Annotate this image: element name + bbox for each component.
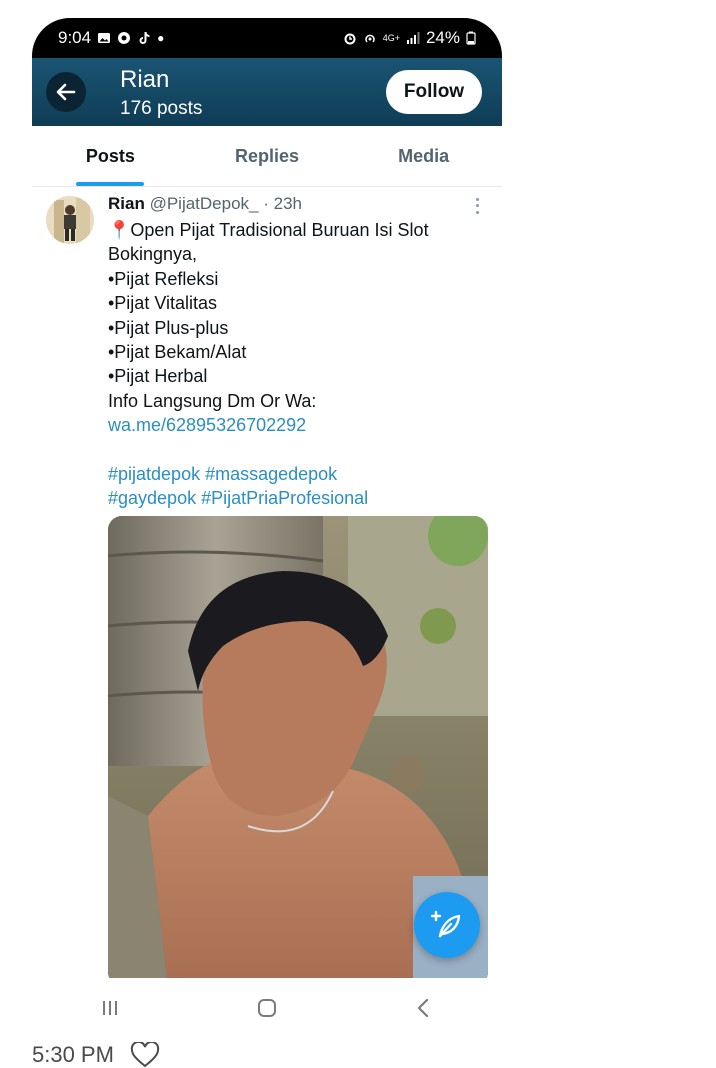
profile-header: Rian 176 posts Follow [32, 58, 502, 126]
status-time: 9:04 [58, 28, 92, 47]
tweet-time: · 23h [263, 194, 302, 213]
post-count: 176 posts [120, 98, 203, 119]
author-name[interactable]: Rian [108, 194, 145, 213]
phone-screen: 9:04 ● 4G+ 24% Rian 176 posts Follow Pos… [32, 18, 502, 1038]
whatsapp-link[interactable]: wa.me/62895326702292 [108, 413, 478, 437]
tab-media[interactable]: Media [345, 126, 502, 186]
tiktok-icon [139, 32, 150, 44]
status-bar: 9:04 ● 4G+ 24% [32, 18, 502, 58]
tab-posts[interactable]: Posts [32, 126, 189, 186]
profile-tabs: Posts Replies Media [32, 126, 502, 187]
avatar[interactable] [46, 196, 94, 244]
system-nav-bar [32, 978, 502, 1038]
message-time: 5:30 PM [32, 1042, 114, 1067]
compose-feather-icon [430, 910, 461, 938]
message-footer: 5:30 PM [32, 1042, 160, 1068]
tab-replies[interactable]: Replies [189, 126, 346, 186]
battery-icon [466, 31, 476, 45]
hashtags-line[interactable]: #pijatdepok #massagedepok [108, 462, 478, 486]
tweet-text: 📍Open Pijat Tradisional Buruan Isi Slot … [108, 218, 478, 511]
back-button[interactable] [46, 72, 86, 112]
home-icon[interactable] [255, 996, 279, 1020]
gallery-icon [98, 33, 111, 43]
tweet-line: •Pijat Refleksi [108, 268, 219, 289]
compose-post-button[interactable] [414, 892, 480, 958]
tweet-line: 📍Open Pijat Tradisional Buruan Isi Slot [108, 220, 429, 240]
arrow-left-icon [56, 83, 76, 101]
chrome-icon [118, 32, 131, 44]
network-type: 4G+ [382, 32, 400, 43]
tweet-line: •Pijat Plus-plus [108, 317, 229, 338]
alarm-icon [344, 33, 356, 45]
author-handle[interactable]: @PijatDepok_ [150, 194, 259, 213]
hashtags-line[interactable]: #gaydepok #PijatPriaProfesional [108, 486, 478, 510]
notification-dot-icon: ● [157, 31, 165, 45]
back-nav-icon[interactable] [412, 996, 436, 1020]
hotspot-icon [364, 34, 375, 43]
heart-icon[interactable] [130, 1042, 160, 1068]
profile-name: Rian [120, 66, 170, 93]
battery-percent: 24% [425, 28, 460, 47]
recent-apps-icon[interactable] [98, 996, 122, 1020]
more-options-icon[interactable] [470, 196, 484, 216]
tweet-line: •Pijat Bekam/Alat [108, 342, 247, 363]
tweet-line: •Pijat Vitalitas [108, 293, 218, 314]
follow-button[interactable]: Follow [386, 70, 482, 114]
tweet-meta: Rian @PijatDepok_ · 23h [108, 194, 302, 214]
signal-icon [406, 32, 420, 44]
avatar-image [46, 196, 94, 244]
tweet-line: •Pijat Herbal [108, 366, 208, 387]
tweet-line: Bokingnya, [108, 244, 198, 265]
tweet-line: Info Langsung Dm Or Wa: [108, 390, 317, 411]
